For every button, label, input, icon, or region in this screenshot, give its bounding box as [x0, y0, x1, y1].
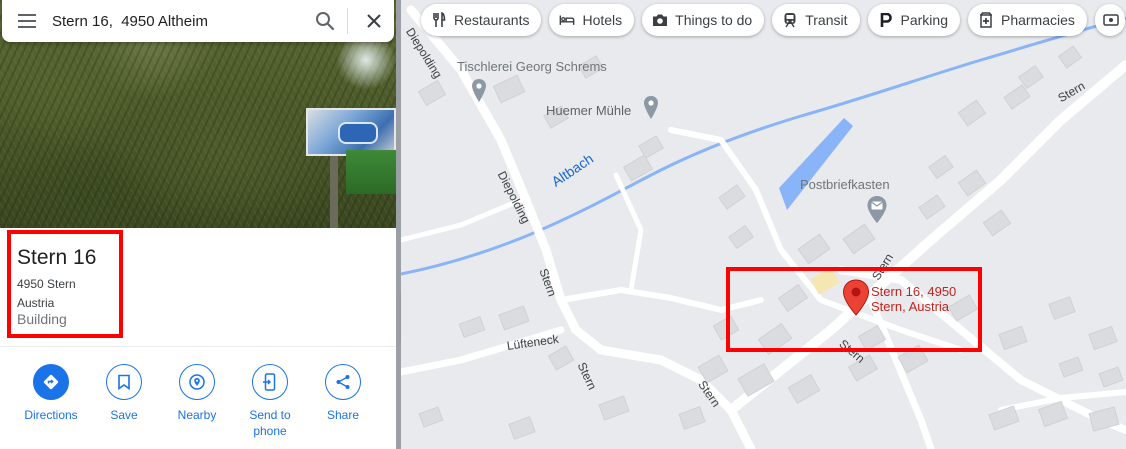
highlight-box-place: [7, 230, 123, 338]
camera-icon: [652, 12, 668, 28]
fork-knife-icon: [431, 12, 447, 28]
chip-things-to-do-label: Things to do: [675, 12, 753, 28]
close-button[interactable]: [354, 0, 394, 42]
sign-post: [330, 150, 338, 228]
poi-pin-postbriefkasten[interactable]: [866, 195, 888, 230]
chip-transit-label: Transit: [805, 12, 848, 28]
directions-button[interactable]: Directions: [16, 364, 86, 423]
magnifier-icon: [316, 12, 335, 31]
atm-icon: [1103, 12, 1119, 28]
search-input[interactable]: Stern 16, 4950 Altheim: [52, 13, 307, 30]
hamburger-menu-icon: [18, 14, 36, 28]
chip-restaurants-label: Restaurants: [454, 12, 530, 28]
save-label: Save: [110, 408, 138, 422]
bed-icon: [559, 12, 575, 28]
nearby-label: Nearby: [177, 408, 217, 422]
place-pin-icon: [472, 79, 486, 102]
place-info: Stern 16 4950 Stern Austria Building: [0, 228, 396, 346]
chip-things-to-do[interactable]: Things to do: [642, 4, 765, 36]
map-canvas[interactable]: Tischlerei Georg Schrems Huemer Mühle Po…: [401, 0, 1126, 449]
poi-label-postbriefkasten[interactable]: Postbriefkasten: [800, 177, 890, 192]
save-icon-circle: [106, 364, 142, 400]
category-chips: Restaurants Hotels Things to do Transit …: [421, 4, 1125, 36]
send-to-phone-label-line2: phone: [253, 424, 287, 438]
red-pin-icon: [842, 279, 870, 316]
green-sign: [346, 150, 396, 194]
save-button[interactable]: Save: [89, 364, 159, 423]
send-to-phone-label: Send to phone: [235, 407, 305, 439]
share-icon: [336, 375, 350, 389]
chip-restaurants[interactable]: Restaurants: [421, 4, 542, 36]
directions-label: Directions: [24, 408, 78, 422]
poi-label-huemer-muehle[interactable]: Huemer Mühle: [546, 103, 631, 118]
chip-pharmacies[interactable]: Pharmacies: [967, 4, 1087, 36]
share-icon-circle: [325, 364, 361, 400]
poi-label-tischlerei[interactable]: Tischlerei Georg Schrems: [457, 59, 607, 74]
chip-hotels[interactable]: Hotels: [549, 4, 635, 36]
send-to-phone-label-line1: Send to: [249, 408, 291, 422]
x-close-icon: [367, 14, 381, 28]
location-marker[interactable]: [842, 279, 870, 322]
poi-pin-tischlerei[interactable]: [471, 78, 487, 109]
marker-label-line1: Stern 16, 4950: [871, 284, 957, 299]
place-panel: Stern 16, 4950 Altheim Stern 16 4950 Ste…: [0, 0, 396, 449]
search-button[interactable]: [307, 0, 343, 42]
chip-parking-label: Parking: [900, 12, 948, 28]
search-divider: [347, 8, 348, 34]
chip-parking[interactable]: Parking: [867, 4, 960, 36]
parking-icon: [878, 12, 894, 28]
send-to-phone-icon-circle: [252, 364, 288, 400]
send-to-phone-button[interactable]: Send to phone: [235, 364, 305, 439]
marker-label[interactable]: Stern 16, 4950 Stern, Austria: [871, 284, 956, 314]
nearby-button[interactable]: Nearby: [162, 364, 232, 423]
chip-transit[interactable]: Transit: [772, 4, 860, 36]
chip-hotels-label: Hotels: [582, 12, 623, 28]
share-button[interactable]: Share: [308, 364, 378, 423]
marker-label-line2: Stern, Austria: [871, 299, 950, 314]
menu-button[interactable]: [2, 0, 52, 42]
bookmark-icon: [118, 374, 130, 390]
nearby-icon-circle: [179, 364, 215, 400]
phone-send-icon: [263, 373, 276, 391]
place-pin-icon: [644, 96, 658, 119]
directions-icon-circle: [33, 364, 69, 400]
search-bar: Stern 16, 4950 Altheim: [2, 0, 394, 42]
chip-pharmacies-label: Pharmacies: [1000, 12, 1075, 28]
pharmacy-icon: [978, 12, 994, 28]
poi-pin-huemer-muehle[interactable]: [643, 95, 659, 126]
directions-icon: [43, 374, 59, 390]
share-label: Share: [326, 408, 360, 422]
mailbox-pin-icon: [867, 196, 887, 223]
action-buttons: Directions Save Nearby Send to phone Sha…: [0, 347, 396, 449]
chip-more[interactable]: [1094, 4, 1125, 36]
nearby-icon: [189, 374, 205, 390]
billboard: [306, 108, 396, 156]
train-icon: [782, 12, 798, 28]
